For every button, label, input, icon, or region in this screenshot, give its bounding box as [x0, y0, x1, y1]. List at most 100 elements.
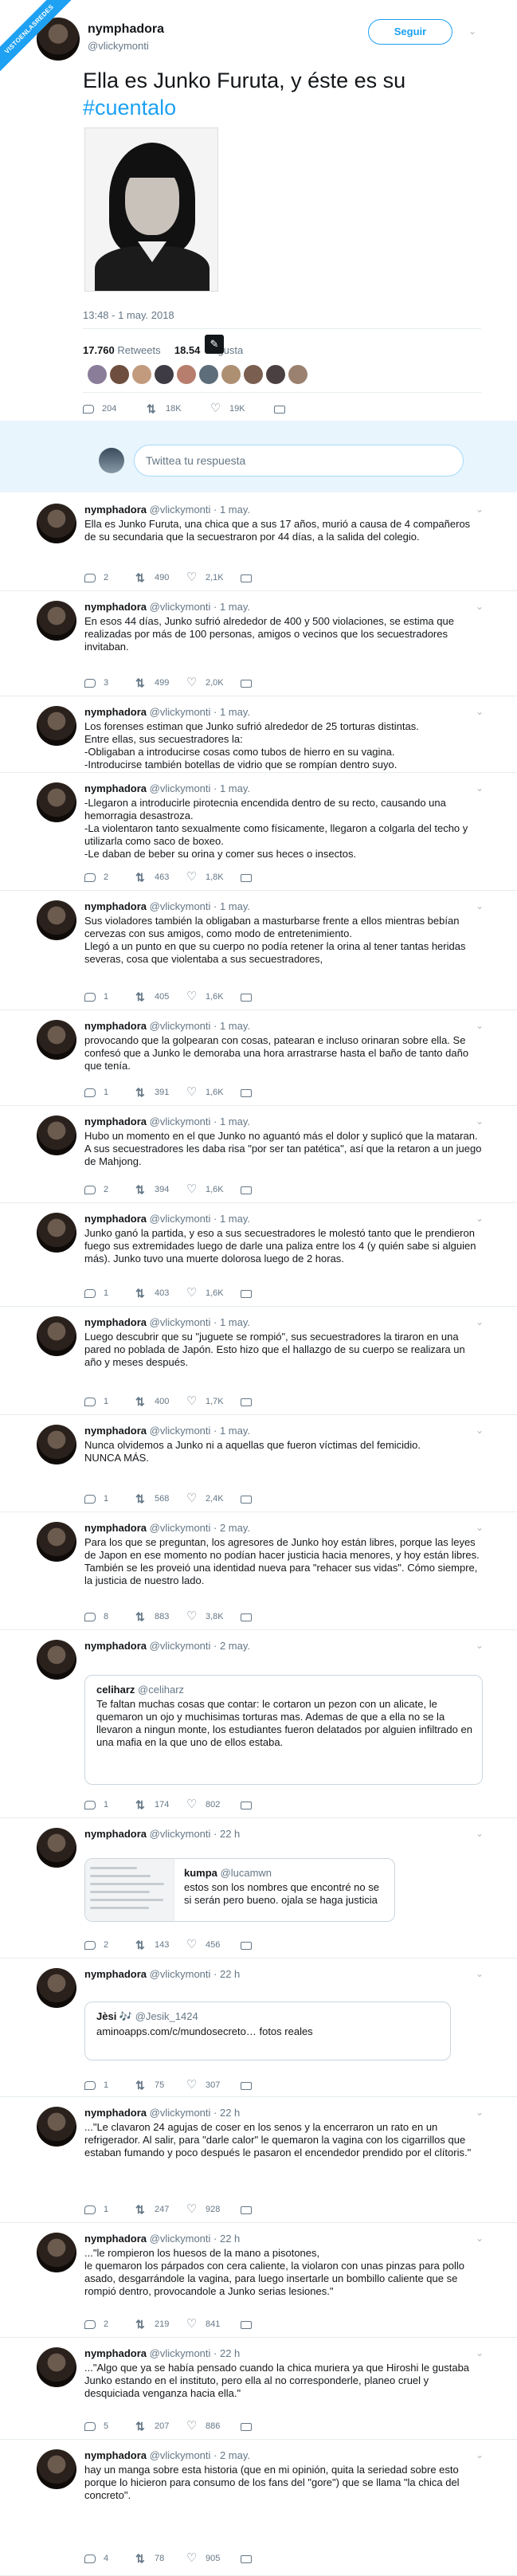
author-handle[interactable]: @vlickymonti	[150, 1020, 211, 1032]
author-name[interactable]: nymphadora	[84, 706, 147, 718]
chevron-down-icon[interactable]: ⌄	[476, 1640, 484, 1651]
reply-button[interactable]: 5	[84, 2419, 108, 2433]
follow-button[interactable]: Seguir	[368, 19, 452, 45]
tweet-date[interactable]: 13:48 - 1 may. 2018	[83, 309, 174, 321]
quoted-tweet[interactable]: kumpa @lucamwn estos son los nombres que …	[84, 1858, 395, 1922]
reply-button[interactable]: 2	[84, 1938, 108, 1952]
reply-input[interactable]: Twittea tu respuesta	[134, 445, 464, 476]
like-button[interactable]: ♡ 841	[186, 2317, 220, 2331]
author-name[interactable]: nymphadora	[84, 2449, 147, 2461]
message-button[interactable]	[241, 2078, 260, 2092]
author-name[interactable]: nymphadora	[84, 504, 147, 516]
reply-button[interactable]: 8	[84, 1610, 108, 1624]
reply-button[interactable]: 1	[84, 1394, 108, 1409]
quoted-tweet[interactable]: Jèsi 🎶 @Jesik_1424 aminoapps.com/c/mundos…	[84, 2002, 451, 2060]
author-name[interactable]: nymphadora	[84, 1115, 147, 1127]
retweet-button[interactable]: ⇅ 463	[135, 870, 169, 884]
message-button[interactable]	[241, 676, 260, 690]
chevron-down-icon[interactable]: ⌄	[476, 1968, 484, 1979]
tweet-photo[interactable]	[84, 127, 218, 292]
author-handle[interactable]: @vlickymonti	[150, 2107, 211, 2119]
author-handle[interactable]: @vlickymonti	[150, 1640, 211, 1652]
tweet-time[interactable]: 1 may.	[220, 1213, 250, 1225]
message-button[interactable]	[241, 1286, 260, 1300]
avatar[interactable]	[37, 1425, 76, 1464]
author-name[interactable]: nymphadora	[84, 1522, 147, 1534]
tweet-time[interactable]: 1 may.	[220, 900, 250, 912]
chevron-down-icon[interactable]: ⌄	[476, 2347, 484, 2358]
avatar[interactable]	[37, 1316, 76, 1356]
author-handle[interactable]: @vlickymonti	[150, 782, 211, 794]
author-handle[interactable]: @vlickymonti	[150, 1968, 211, 1980]
chevron-down-icon[interactable]: ⌄	[476, 782, 484, 794]
avatar[interactable]	[37, 601, 76, 641]
retweet-button[interactable]: ⇅ 247	[135, 2202, 169, 2217]
message-button[interactable]	[241, 1394, 260, 1409]
author-handle[interactable]: @vlickymonti	[150, 1316, 211, 1328]
avatar[interactable]	[37, 1640, 76, 1680]
reply-button[interactable]: 1	[84, 1085, 108, 1100]
chevron-down-icon[interactable]: ⌄	[476, 1020, 484, 1031]
retweet-button[interactable]: ⇅ 403	[135, 1286, 169, 1300]
chevron-down-icon[interactable]: ⌄	[476, 1316, 484, 1327]
message-button[interactable]	[241, 2202, 260, 2217]
reply-button[interactable]: 4	[84, 2551, 108, 2566]
likes-count[interactable]: 18.54	[174, 344, 201, 356]
author-name[interactable]: nymphadora	[84, 601, 147, 613]
tweet-time[interactable]: 22 h	[220, 2107, 240, 2119]
reply-button[interactable]: 1	[84, 990, 108, 1004]
like-button[interactable]: ♡ 1,7K	[186, 1394, 224, 1409]
chevron-down-icon[interactable]: ⌄	[476, 900, 484, 912]
message-button[interactable]	[274, 402, 293, 416]
chevron-down-icon[interactable]: ⌄	[476, 1425, 484, 1436]
tweet-time[interactable]: 22 h	[220, 2233, 240, 2245]
like-button[interactable]: ♡ 3,8K	[186, 1610, 224, 1624]
author-handle[interactable]: @vlickymonti	[150, 2233, 211, 2245]
message-button[interactable]	[241, 2419, 260, 2433]
chevron-down-icon[interactable]: ⌄	[476, 2107, 484, 2118]
retweet-button[interactable]: ⇅ 174	[135, 1798, 169, 1812]
author-handle[interactable]: @vlickymonti	[150, 2347, 211, 2359]
tweet-time[interactable]: 1 may.	[220, 504, 250, 516]
like-button[interactable]: ♡ 456	[186, 1938, 220, 1952]
author-handle[interactable]: @vlickymonti	[150, 504, 211, 516]
chevron-down-icon[interactable]: ⌄	[476, 504, 484, 515]
tweet-time[interactable]: 1 may.	[220, 706, 250, 718]
message-button[interactable]	[241, 1182, 260, 1197]
author-name[interactable]: nymphadora	[84, 900, 147, 912]
author-name[interactable]: nymphadora	[84, 1213, 147, 1225]
message-button[interactable]	[241, 1938, 260, 1952]
author-name[interactable]: nymphadora	[84, 1968, 147, 1980]
tweet-time[interactable]: 1 may.	[220, 782, 250, 794]
author-name[interactable]: nymphadora	[84, 1020, 147, 1032]
author-handle[interactable]: @vlickymonti	[150, 706, 211, 718]
chevron-down-icon[interactable]: ⌄	[476, 1115, 484, 1127]
message-button[interactable]	[241, 570, 260, 585]
chevron-down-icon[interactable]: ⌄	[476, 1828, 484, 1839]
like-button[interactable]: ♡ 905	[186, 2551, 220, 2566]
retweet-button[interactable]: ⇅ 207	[135, 2419, 169, 2433]
author-name[interactable]: nymphadora	[84, 1828, 147, 1840]
chevron-down-icon[interactable]: ⌄	[468, 25, 476, 37]
like-button[interactable]: ♡ 2,4K	[186, 1492, 224, 1506]
avatar[interactable]	[37, 2347, 76, 2387]
tweet-time[interactable]: 1 may.	[220, 1316, 250, 1328]
retweet-button[interactable]: ⇅ 143	[135, 1938, 169, 1952]
retweet-button[interactable]: ⇅ 219	[135, 2317, 169, 2331]
retweet-button[interactable]: ⇅ 78	[135, 2551, 164, 2566]
retweet-button[interactable]: ⇅ 394	[135, 1182, 169, 1197]
retweet-button[interactable]: ⇅ 391	[135, 1085, 169, 1100]
like-button[interactable]: ♡ 2,1K	[186, 570, 224, 585]
chevron-down-icon[interactable]: ⌄	[476, 601, 484, 612]
message-button[interactable]	[241, 1492, 260, 1506]
reply-button[interactable]: 1	[84, 2202, 108, 2217]
avatar[interactable]	[37, 706, 76, 746]
reply-button[interactable]: 1	[84, 1798, 108, 1812]
author-handle[interactable]: @vlickymonti	[150, 1115, 211, 1127]
author-handle[interactable]: @vlickymonti	[150, 1522, 211, 1534]
author-name[interactable]: nymphadora	[84, 2347, 147, 2359]
tweet-time[interactable]: 2 may.	[220, 2449, 250, 2461]
author-name[interactable]: nymphadora	[84, 1316, 147, 1328]
author-name[interactable]: nymphadora	[84, 1425, 147, 1437]
avatar[interactable]	[37, 2233, 76, 2272]
